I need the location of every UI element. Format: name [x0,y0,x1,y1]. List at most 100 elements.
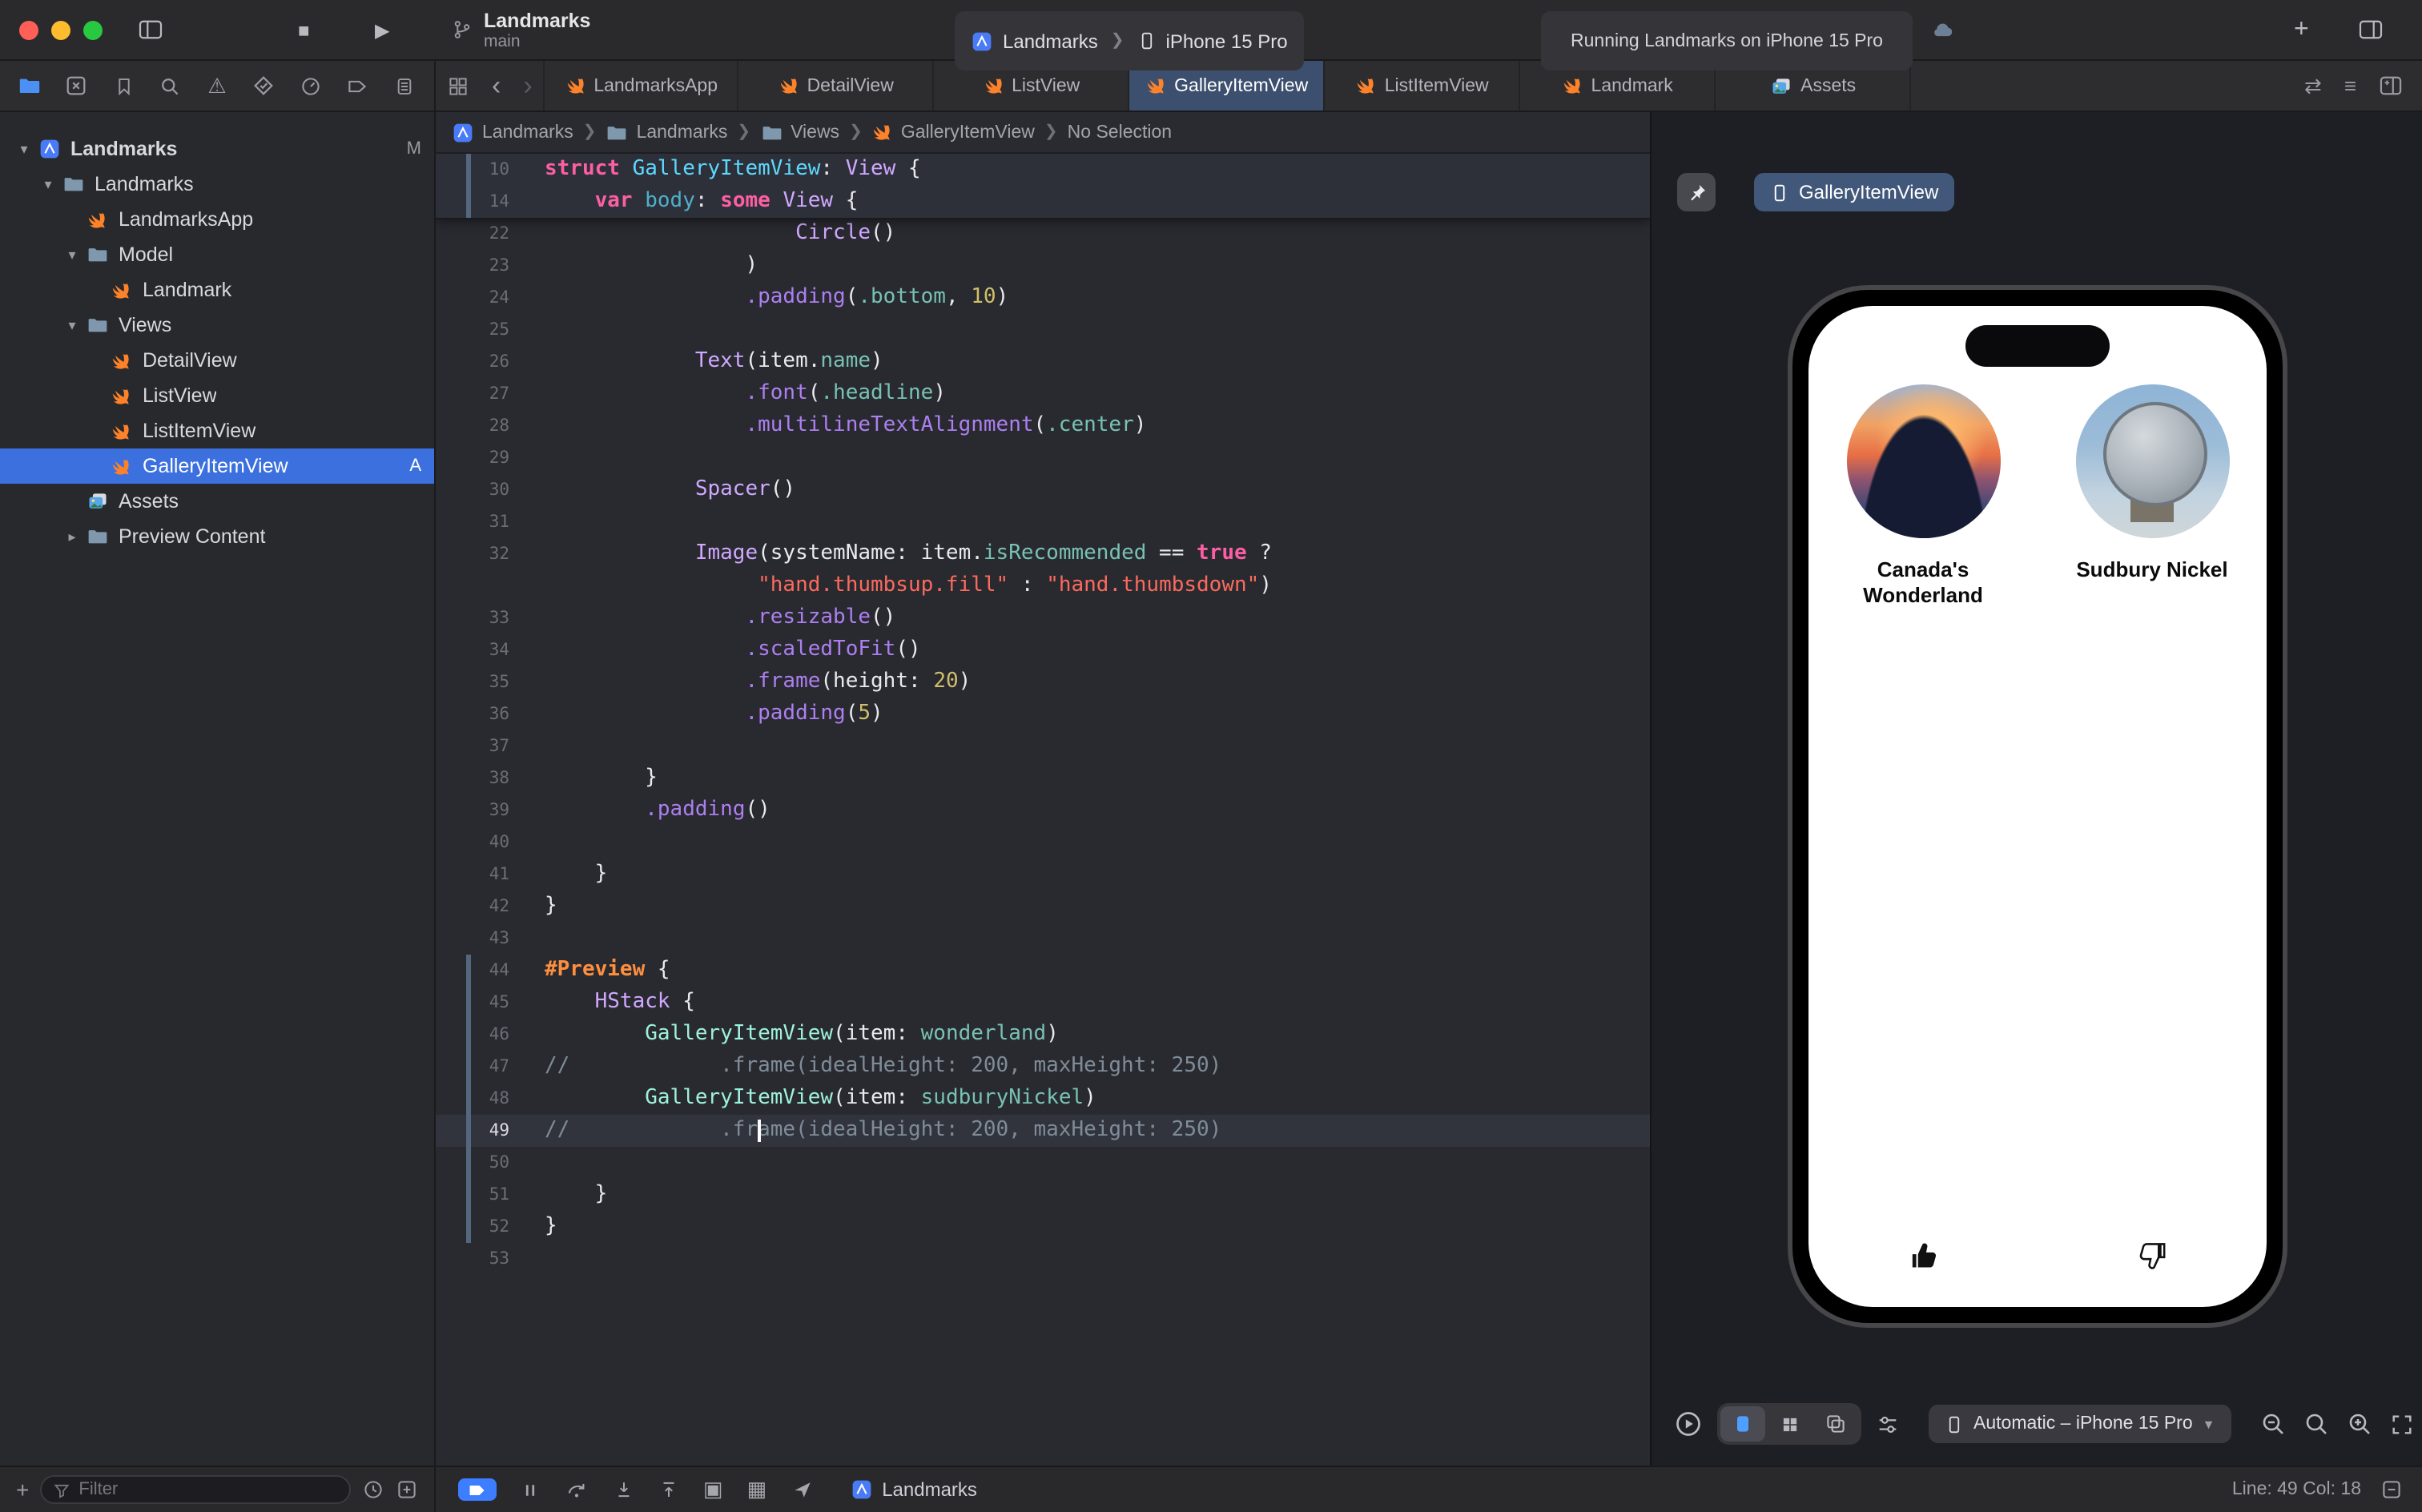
filter-input[interactable] [78,1480,338,1499]
back-button[interactable]: ‹ [481,72,512,99]
code-line-10[interactable]: 10 struct GalleryItemView: View { [436,154,1650,186]
chevron-down-icon[interactable]: ▾ [37,175,59,193]
code-line-51[interactable]: 51 } [436,1179,1650,1211]
code-line-52[interactable]: 52} [436,1211,1650,1243]
breadcrumb-item-Landmarks[interactable]: Landmarks [452,121,573,143]
add-file-button[interactable]: + [16,1477,29,1502]
code-line-23[interactable]: 23 ) [436,250,1650,282]
view-debugger-button[interactable]: ▣ [703,1477,723,1502]
sidebar-item-ListItemView[interactable]: ListItemView [0,413,434,448]
find-navigator-button[interactable] [158,73,182,99]
issues-navigator-button[interactable]: ⚠ [205,73,229,99]
code-line-27[interactable]: 27 .font(.headline) [436,378,1650,410]
debug-navigator-button[interactable] [299,73,323,99]
sidebar-item-Landmark[interactable]: Landmark [0,272,434,308]
code-line-53[interactable]: 53 [436,1243,1650,1275]
zoom-out-button[interactable] [2259,1411,2285,1437]
code-line-41[interactable]: 41 } [436,859,1650,891]
recent-files-button[interactable] [362,1478,384,1501]
code-line-25[interactable]: 25 [436,314,1650,346]
code-line-43[interactable]: 43 [436,923,1650,955]
code-line-38[interactable]: 38 } [436,762,1650,794]
flagged-files-button[interactable] [396,1478,418,1501]
code-line-45[interactable]: 45 HStack { [436,987,1650,1019]
code-line-50[interactable]: 50 [436,1147,1650,1179]
variants-preview-mode-button[interactable] [1813,1406,1858,1442]
toggle-right-sidebar-button[interactable] [2358,0,2384,59]
chevron-down-icon[interactable]: ▾ [13,140,35,158]
code-line-22[interactable]: 22 Circle() [436,218,1650,250]
jump-bar[interactable]: Landmarks ❯ Landmarks ❯ Views ❯ GalleryItemVie… [436,112,1650,154]
breadcrumb-item-Landmarks[interactable]: Landmarks [606,121,727,143]
breakpoints-navigator-button[interactable] [345,73,369,99]
editor-mode-button[interactable] [2380,1478,2403,1501]
preview-target-chip[interactable]: GalleryItemView [1754,173,1955,211]
bookmarks-navigator-button[interactable] [111,73,135,99]
tab-ListItemView[interactable]: ListItemView [1326,61,1521,111]
sidebar-item-Assets[interactable]: Assets [0,484,434,519]
live-preview-play-button[interactable] [1674,1409,1703,1438]
step-into-button[interactable] [614,1478,634,1501]
zoom-in-button[interactable] [2346,1411,2372,1437]
code-line-wrap[interactable]: "hand.thumbsup.fill" : "hand.thumbsdown"… [436,570,1650,602]
code-line-47[interactable]: 47 // .frame(idealHeight: 200, maxHeight:… [436,1051,1650,1083]
breadcrumb-item-Views[interactable]: Views [760,121,839,143]
simulate-location-button[interactable] [791,1478,813,1501]
sidebar-item-LandmarksApp[interactable]: LandmarksApp [0,202,434,237]
code-line-34[interactable]: 34 .scaledToFit() [436,634,1650,666]
project-navigator-button[interactable] [18,73,42,99]
running-process[interactable]: Landmarks [850,1478,977,1501]
chevron-right-icon[interactable]: ▸ [61,528,83,545]
sidebar-item-ListView[interactable]: ListView [0,378,434,413]
code-line-33[interactable]: 33 .resizable() [436,602,1650,634]
preview-device-selector[interactable]: Automatic – iPhone 15 Pro ▼ [1929,1405,2231,1443]
source-control-navigator-button[interactable] [64,73,88,99]
breakpoints-toggle-button[interactable] [458,1478,497,1501]
related-items-button[interactable] [447,74,469,97]
add-toolbar-button[interactable]: + [2294,0,2309,59]
zoom-to-fit-button[interactable] [2389,1412,2413,1436]
pin-preview-button[interactable] [1677,173,1716,211]
toggle-left-sidebar-button[interactable] [138,0,163,59]
zoom-window-button[interactable] [83,20,103,39]
device-settings-button[interactable] [1876,1412,1900,1436]
minimize-window-button[interactable] [51,20,70,39]
filter-field[interactable] [40,1475,351,1504]
step-over-button[interactable] [564,1478,589,1501]
code-line-24[interactable]: 24 .padding(.bottom, 10) [436,282,1650,314]
code-line-49[interactable]: 49 // .frame(idealHeight: 200, maxHeight:… [436,1115,1650,1147]
breadcrumb-item-GalleryItemView[interactable]: GalleryItemView [872,122,1035,143]
sidebar-item-DetailView[interactable]: DetailView [0,343,434,378]
code-area[interactable]: 10 struct GalleryItemView: View {14 var b… [436,154,1650,1466]
live-preview-mode-button[interactable] [1720,1406,1765,1442]
scheme-selector[interactable]: Landmarks ❯ iPhone 15 Pro [955,11,1304,70]
code-line-31[interactable]: 31 [436,506,1650,538]
code-line-37[interactable]: 37 [436,730,1650,762]
sidebar-item-Preview-Content[interactable]: ▸ Preview Content [0,519,434,554]
chevron-down-icon[interactable]: ▾ [61,246,83,263]
stop-button[interactable]: ■ [298,0,310,59]
code-line-26[interactable]: 26 Text(item.name) [436,346,1650,378]
selectable-preview-mode-button[interactable] [1767,1406,1812,1442]
code-line-28[interactable]: 28 .multilineTextAlignment(.center) [436,410,1650,442]
sidebar-item-GalleryItemView[interactable]: GalleryItemView A [0,448,434,484]
editor-options-button[interactable]: ≡ [2344,74,2356,98]
code-line-35[interactable]: 35 .frame(height: 20) [436,666,1650,698]
tests-navigator-button[interactable] [251,73,276,99]
pause-execution-button[interactable] [521,1479,540,1500]
code-line-14[interactable]: 14 var body: some View { [436,186,1650,218]
run-button[interactable]: ▶ [375,0,389,59]
code-line-32[interactable]: 32 Image(systemName: item.isRecommended … [436,538,1650,570]
sidebar-item-Landmarks[interactable]: ▾ Landmarks [0,167,434,202]
tab-DetailView[interactable]: DetailView [739,61,935,111]
code-line-48[interactable]: 48 GalleryItemView(item: sudburyNickel) [436,1083,1650,1115]
code-line-36[interactable]: 36 .padding(5) [436,698,1650,730]
reports-navigator-button[interactable] [392,73,416,99]
code-line-29[interactable]: 29 [436,442,1650,474]
sidebar-item-Landmarks[interactable]: ▾ Landmarks M [0,131,434,167]
chevron-down-icon[interactable]: ▾ [61,316,83,334]
code-review-button[interactable]: ⇄ [2304,73,2322,99]
sidebar-item-Views[interactable]: ▾ Views [0,308,434,343]
breadcrumb-item-No-Selection[interactable]: No Selection [1068,123,1172,142]
code-line-30[interactable]: 30 Spacer() [436,474,1650,506]
